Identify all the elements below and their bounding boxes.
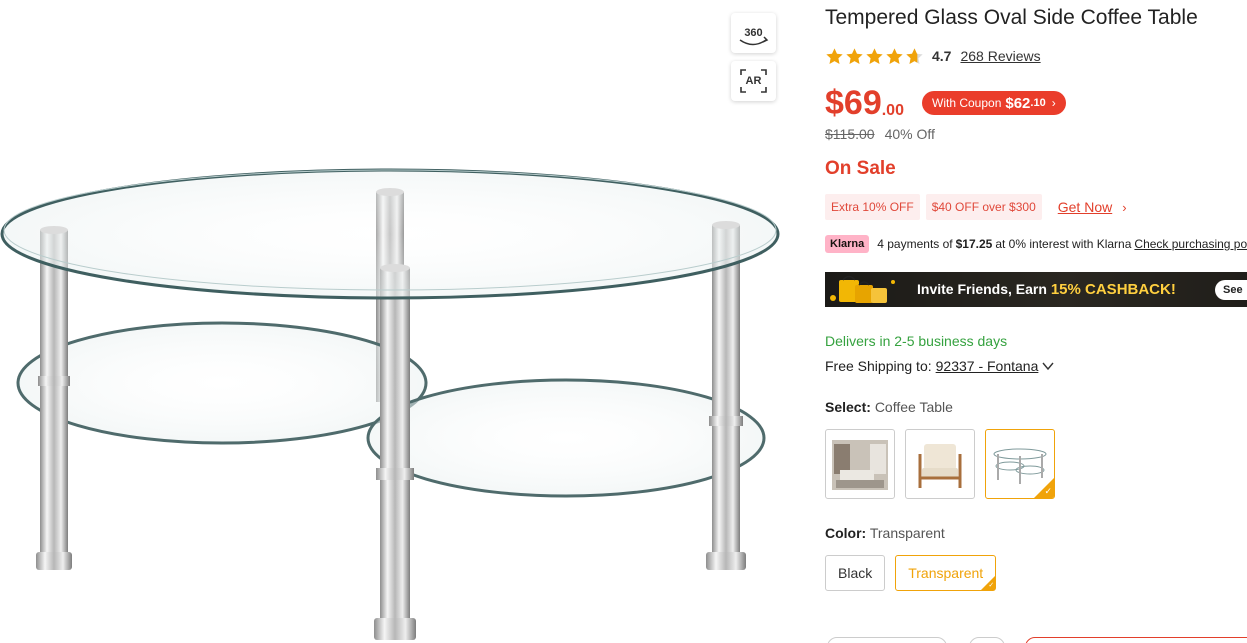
color-options: Black Transparent ✓ [825, 555, 997, 591]
klarna-logo: Klarna [825, 235, 870, 253]
chevron-right-icon: › [1051, 96, 1056, 110]
klarna-text-after: at 0% interest with Klarna [995, 237, 1132, 251]
360-view-label: 360 [744, 27, 763, 39]
discount-percent: 40% Off [884, 126, 935, 142]
sale-price-cents: .00 [881, 102, 904, 119]
360-view-button[interactable]: 360 [731, 13, 776, 53]
variant-room-thumbnail [832, 440, 888, 490]
color-option-transparent-label: Transparent [908, 565, 984, 581]
original-price: $115.00 [825, 126, 875, 142]
rating-stars [825, 47, 924, 66]
star-icon [846, 47, 863, 64]
star-half-icon [906, 47, 923, 64]
select-label: Select: Coffee Table [825, 399, 953, 415]
color-option-transparent[interactable]: Transparent ✓ [895, 555, 997, 591]
delivery-estimate: Delivers in 2-5 business days [825, 333, 1008, 349]
select-label-value: Coffee Table [874, 399, 953, 415]
klarna-check-link[interactable]: Check purchasing power [1134, 237, 1247, 251]
variant-option-room[interactable] [825, 429, 895, 499]
star-icon [886, 47, 903, 64]
add-to-cart-button[interactable] [1025, 637, 1247, 643]
color-label-key: Color: [825, 525, 867, 541]
get-now-link[interactable]: Get Now [1058, 199, 1112, 215]
coupon-price-cents: .10 [1030, 97, 1046, 109]
coupon-prefix: With Coupon [932, 96, 1002, 110]
original-price-row: $115.00 40% Off [825, 126, 935, 142]
shipping-location-link[interactable]: 92337 - Fontana [936, 358, 1039, 374]
color-option-black[interactable]: Black [825, 555, 886, 591]
product-gallery: 360 AR [0, 0, 800, 643]
star-icon [826, 47, 843, 64]
invite-see-button[interactable]: See [1215, 280, 1247, 300]
variant-chair-thumbnail [918, 444, 962, 488]
color-label: Color: Transparent [825, 525, 945, 541]
product-image[interactable] [0, 150, 790, 643]
on-sale-label: On Sale [825, 158, 896, 179]
chevron-down-icon[interactable] [1042, 361, 1054, 371]
invite-banner[interactable]: Invite Friends, Earn 15% CASHBACK! See [825, 272, 1247, 307]
shipping-prefix: Free Shipping to: [825, 358, 932, 374]
promo-row: Extra 10% OFF $40 OFF over $300 Get Now … [825, 194, 1127, 220]
variant-options: ✓ [825, 429, 1055, 499]
gift-bags-icon [830, 275, 895, 303]
coupon-price: $62 [1005, 94, 1031, 112]
product-title: Tempered Glass Oval Side Coffee Table [825, 6, 1198, 29]
coupon-button[interactable]: With Coupon $62.10 › [922, 91, 1066, 115]
quantity-selector[interactable] [827, 637, 947, 643]
price-row: $69 .00 With Coupon $62.10 › [825, 84, 1066, 122]
chevron-right-icon: › [1122, 199, 1127, 215]
cashback-highlight: 15% CASHBACK! [1050, 281, 1176, 298]
color-label-value: Transparent [869, 525, 945, 541]
klarna-row: Klarna 4 payments of $17.25 at 0% intere… [825, 235, 1247, 253]
promo-tag-amount-off[interactable]: $40 OFF over $300 [925, 194, 1042, 220]
variant-option-chair[interactable] [905, 429, 975, 499]
rating-row: 4.7 268 Reviews [825, 46, 1041, 66]
check-icon: ✓ [988, 582, 995, 589]
rating-value: 4.7 [932, 48, 952, 64]
sale-price: $69 [825, 84, 882, 122]
wishlist-button[interactable] [969, 637, 1005, 643]
ar-view-button[interactable]: AR [731, 61, 776, 101]
shipping-row: Free Shipping to: 92337 - Fontana [825, 358, 1054, 374]
promo-tag-extra-off[interactable]: Extra 10% OFF [825, 194, 920, 220]
variant-option-coffee-table[interactable]: ✓ [985, 429, 1055, 499]
product-info-panel: Tempered Glass Oval Side Coffee Table 4.… [825, 0, 1247, 643]
check-icon: ✓ [1044, 486, 1052, 496]
klarna-amount: $17.25 [955, 237, 993, 251]
ar-view-label: AR [745, 75, 762, 87]
invite-text: Invite Friends, Earn 15% CASHBACK! [917, 281, 1176, 298]
reviews-link[interactable]: 268 Reviews [960, 48, 1040, 64]
invite-text-main: Invite Friends, Earn [917, 281, 1047, 297]
klarna-text-before: 4 payments of [877, 237, 953, 251]
select-label-key: Select: [825, 399, 871, 415]
star-icon [866, 47, 883, 64]
